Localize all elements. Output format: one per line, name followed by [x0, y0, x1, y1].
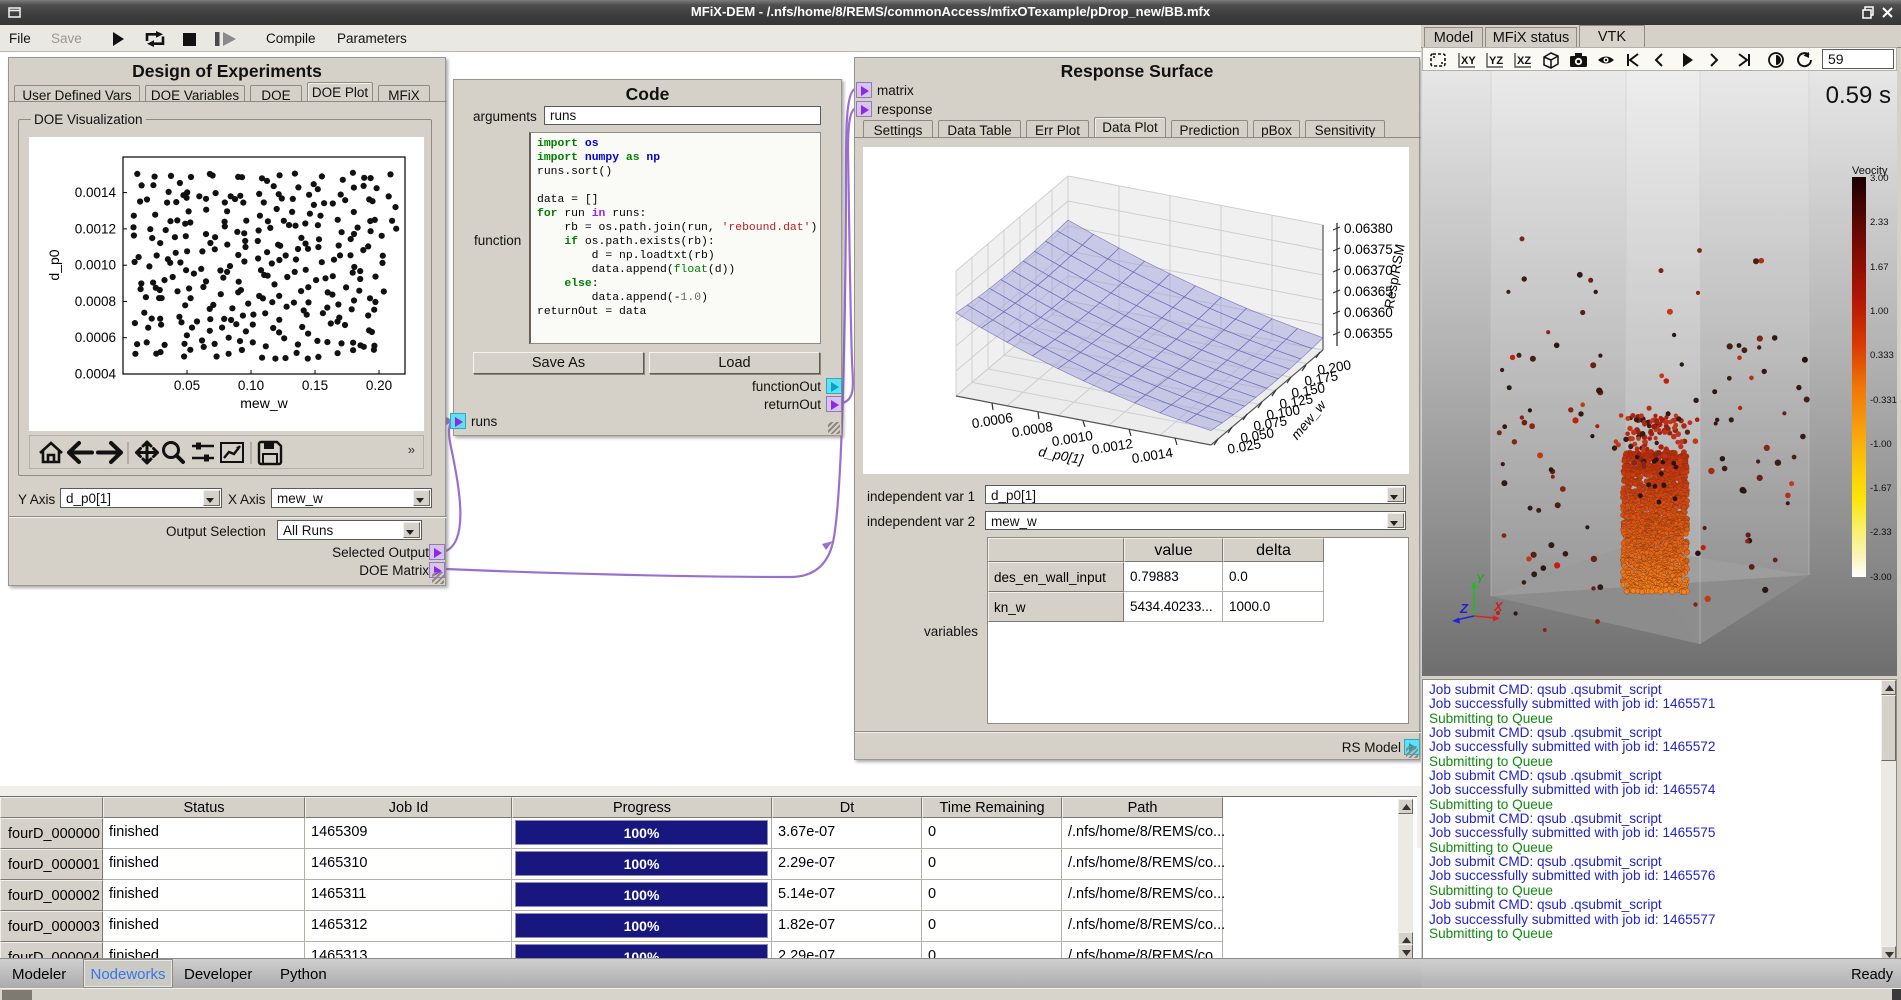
- svg-text:0.0006: 0.0006: [75, 330, 116, 345]
- svg-text:0.0012: 0.0012: [75, 221, 116, 236]
- svg-text:0.200: 0.200: [1316, 357, 1352, 378]
- svg-text:-3.00: -3.00: [1870, 572, 1892, 583]
- svg-text:0.10: 0.10: [238, 378, 264, 393]
- svg-text:0.0010: 0.0010: [75, 258, 116, 273]
- svg-text:1.00: 1.00: [1870, 306, 1889, 317]
- svg-text:0.06370: 0.06370: [1344, 263, 1393, 278]
- svg-text:0.06380: 0.06380: [1344, 221, 1393, 236]
- svg-text:0.15: 0.15: [302, 378, 328, 393]
- svg-text:0.06375: 0.06375: [1344, 242, 1393, 257]
- svg-text:Z: Z: [1459, 601, 1469, 616]
- svg-text:0.06355: 0.06355: [1344, 326, 1393, 341]
- svg-text:0.59 s: 0.59 s: [1826, 82, 1891, 109]
- svg-text:0.0004: 0.0004: [75, 367, 117, 382]
- svg-text:Y: Y: [1476, 572, 1485, 586]
- svg-text:0.0010: 0.0010: [1051, 428, 1094, 449]
- svg-text:0.0008: 0.0008: [1011, 419, 1054, 440]
- svg-text:0.0012: 0.0012: [1091, 436, 1134, 457]
- svg-text:-2.33: -2.33: [1870, 527, 1892, 538]
- svg-text:0.0008: 0.0008: [75, 294, 116, 309]
- svg-text:X: X: [1493, 599, 1504, 614]
- svg-text:0.0014: 0.0014: [75, 185, 117, 200]
- svg-text:d_p0: d_p0: [46, 249, 62, 280]
- svg-text:YZ: YZ: [1489, 55, 1503, 67]
- svg-text:-1.00: -1.00: [1870, 439, 1892, 450]
- svg-text:XY: XY: [1461, 55, 1476, 67]
- svg-text:2.33: 2.33: [1870, 217, 1889, 228]
- svg-text:0.333: 0.333: [1870, 350, 1894, 361]
- svg-text:XZ: XZ: [1517, 55, 1531, 67]
- svg-text:0.20: 0.20: [366, 378, 392, 393]
- svg-text:0.05: 0.05: [174, 378, 200, 393]
- svg-text:1.67: 1.67: [1870, 262, 1889, 273]
- svg-text:3.00: 3.00: [1870, 173, 1889, 184]
- svg-text:d_p0[1]: d_p0[1]: [1037, 444, 1085, 468]
- svg-text:-1.67: -1.67: [1870, 483, 1892, 494]
- svg-text:-0.331: -0.331: [1870, 395, 1897, 406]
- svg-text:mew_w: mew_w: [240, 395, 288, 411]
- svg-text:0.0006: 0.0006: [971, 410, 1014, 431]
- svg-text:0.0014: 0.0014: [1131, 445, 1175, 466]
